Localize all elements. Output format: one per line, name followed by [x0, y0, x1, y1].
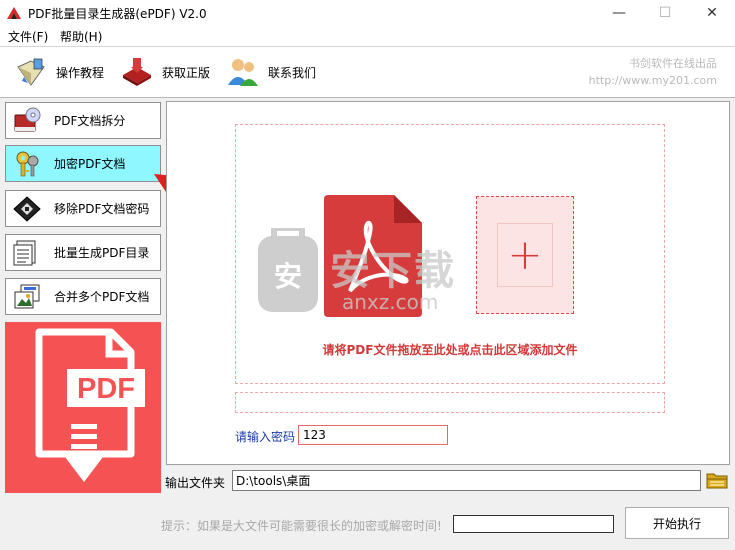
contact-people-icon: [228, 59, 258, 86]
contact-label: 联系我们: [268, 65, 317, 80]
pdf-file-icon: [324, 195, 422, 317]
book-cd-icon: [14, 107, 41, 131]
sidebar-item-remove-password[interactable]: 移除PDF文档密码: [5, 190, 161, 227]
password-label: 请输入密码: [235, 430, 296, 444]
pdf-document-icon: PDF: [35, 328, 145, 482]
shopping-icon: [123, 58, 151, 86]
sidebar-item-encrypt[interactable]: 加密PDF文档: [5, 145, 161, 182]
close-button[interactable]: ✕: [689, 0, 735, 26]
sidebar-item-label: 合并多个PDF文档: [54, 290, 150, 304]
tutorial-label: 操作教程: [56, 65, 105, 80]
document-list-icon: [13, 240, 36, 265]
toolbar: 操作教程 获取正版 联系我们 书剑软件在线出品 http://www.my201…: [0, 46, 735, 98]
plus-icon: +: [507, 230, 543, 279]
title-bar: PDF批量目录生成器(ePDF) V2.0 — ☐ ✕: [0, 0, 735, 26]
maximize-button[interactable]: ☐: [642, 0, 688, 26]
drop-hint-text: 请将PDF文件拖放至此处或点击此区域添加文件: [322, 343, 578, 357]
brand-url: http://www.my201.com: [588, 74, 717, 87]
selected-file-bar[interactable]: [235, 392, 665, 413]
progress-bar: [453, 515, 614, 533]
get-genuine-label: 获取正版: [162, 65, 211, 80]
merge-pictures-icon: [14, 284, 40, 308]
sidebar-item-label: 加密PDF文档: [54, 157, 126, 171]
tutorial-book-icon: [17, 58, 45, 86]
main-panel: + 请将PDF文件拖放至此处或点击此区域添加文件 请输入密码: [166, 101, 730, 465]
contact-button[interactable]: 联系我们: [226, 55, 316, 89]
output-folder-input[interactable]: [232, 470, 701, 491]
sidebar-item-label: 移除PDF文档密码: [54, 202, 150, 216]
tutorial-button[interactable]: 操作教程: [14, 55, 104, 89]
sidebar-item-generate-toc[interactable]: 批量生成PDF目录: [5, 234, 161, 271]
sidebar-item-label: PDF文档拆分: [54, 114, 126, 128]
sidebar-item-label: 批量生成PDF目录: [54, 246, 150, 260]
sidebar-item-merge[interactable]: 合并多个PDF文档: [5, 278, 161, 315]
password-input[interactable]: [298, 425, 448, 445]
file-drop-zone[interactable]: + 请将PDF文件拖放至此处或点击此区域添加文件: [235, 124, 665, 384]
output-folder-label: 输出文件夹: [165, 476, 226, 490]
sidebar-item-split[interactable]: PDF文档拆分: [5, 102, 161, 139]
menu-bar: 文件(F) 帮助(H): [0, 26, 735, 46]
app-logo-icon: [7, 7, 21, 19]
start-button[interactable]: 开始执行: [625, 507, 729, 539]
minimize-button[interactable]: —: [596, 0, 642, 26]
folder-icon[interactable]: [706, 470, 728, 490]
banner-pdf-text: PDF: [77, 373, 135, 405]
hint-text: 提示：如果是大文件可能需要很长的加密或解密时间!: [161, 519, 442, 533]
diamond-icon: [13, 195, 41, 222]
window-title: PDF批量目录生成器(ePDF) V2.0: [28, 7, 207, 21]
keys-icon: [16, 151, 39, 176]
get-genuine-button[interactable]: 获取正版: [120, 55, 210, 89]
pdf-banner: PDF: [5, 322, 161, 493]
brand-info: 书剑软件在线出品 http://www.my201.com: [589, 55, 717, 89]
add-file-box[interactable]: +: [476, 196, 574, 314]
menu-help[interactable]: 帮助(H): [60, 28, 102, 45]
brand-line1: 书剑软件在线出品: [629, 57, 717, 70]
menu-file[interactable]: 文件(F): [8, 28, 48, 45]
